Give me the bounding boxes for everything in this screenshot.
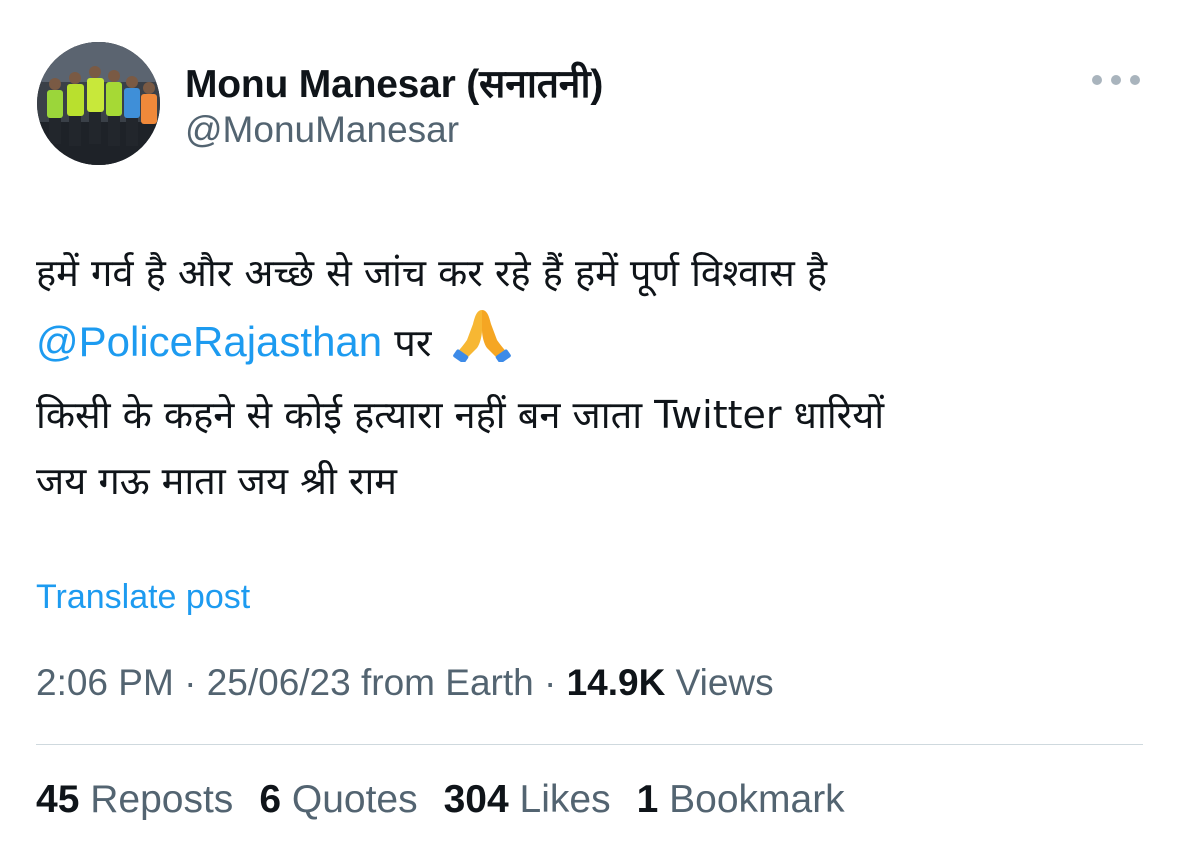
- post-line-4: जय गऊ माता जय श्री राम: [36, 459, 398, 503]
- post-line-3: किसी के कहने से कोई हत्यारा नहीं बन जाता…: [36, 393, 885, 437]
- bookmarks-label: Bookmark: [669, 778, 845, 821]
- bookmarks-stat[interactable]: 1 Bookmark: [637, 778, 845, 822]
- likes-label: Likes: [519, 778, 611, 821]
- post-line-1: हमें गर्व है और अच्छे से जांच कर रहे हैं…: [36, 251, 828, 295]
- post-date[interactable]: 25/06/23: [207, 662, 351, 703]
- meta-separator: ·: [184, 662, 197, 703]
- more-dot: [1111, 75, 1121, 85]
- reposts-stat[interactable]: 45 Reposts: [36, 778, 233, 822]
- post-line-2: @PoliceRajasthan पर: [36, 306, 1146, 382]
- likes-stat[interactable]: 304 Likes: [444, 778, 611, 822]
- post-time[interactable]: 2:06 PM: [36, 662, 174, 703]
- meta-separator: ·: [544, 662, 557, 703]
- reposts-label: Reposts: [90, 778, 234, 821]
- more-options-button[interactable]: [1092, 66, 1140, 94]
- avatar[interactable]: [37, 42, 160, 165]
- post-meta: 2:06 PM · 25/06/23 from Earth · 14.9K Vi…: [36, 662, 774, 704]
- author-display-name[interactable]: Monu Manesar (सनातनी): [185, 56, 603, 109]
- divider: [36, 744, 1143, 745]
- more-dots-icon: [1092, 75, 1102, 85]
- views-count: 14.9K: [566, 662, 666, 703]
- more-dot: [1130, 75, 1140, 85]
- author-handle[interactable]: @MonuManesar: [185, 109, 459, 151]
- post-source: from Earth: [361, 662, 534, 703]
- likes-count: 304: [443, 778, 509, 821]
- post-text: हमें गर्व है और अच्छे से जांच कर रहे हैं…: [36, 240, 1146, 514]
- quotes-stat[interactable]: 6 Quotes: [259, 778, 417, 822]
- quotes-count: 6: [259, 778, 282, 821]
- translate-post-link[interactable]: Translate post: [36, 578, 250, 617]
- avatar-image: [37, 42, 160, 165]
- folded-hands-emoji: [451, 306, 513, 382]
- engagement-stats: 45 Reposts 6 Quotes 304 Likes 1 Bookmark: [36, 778, 845, 822]
- mention-link[interactable]: @PoliceRajasthan: [36, 318, 382, 365]
- post-line-2-suffix: पर: [394, 321, 432, 365]
- reposts-count: 45: [36, 778, 80, 821]
- bookmarks-count: 1: [636, 778, 659, 821]
- quotes-label: Quotes: [291, 778, 418, 821]
- views-label: Views: [675, 662, 774, 703]
